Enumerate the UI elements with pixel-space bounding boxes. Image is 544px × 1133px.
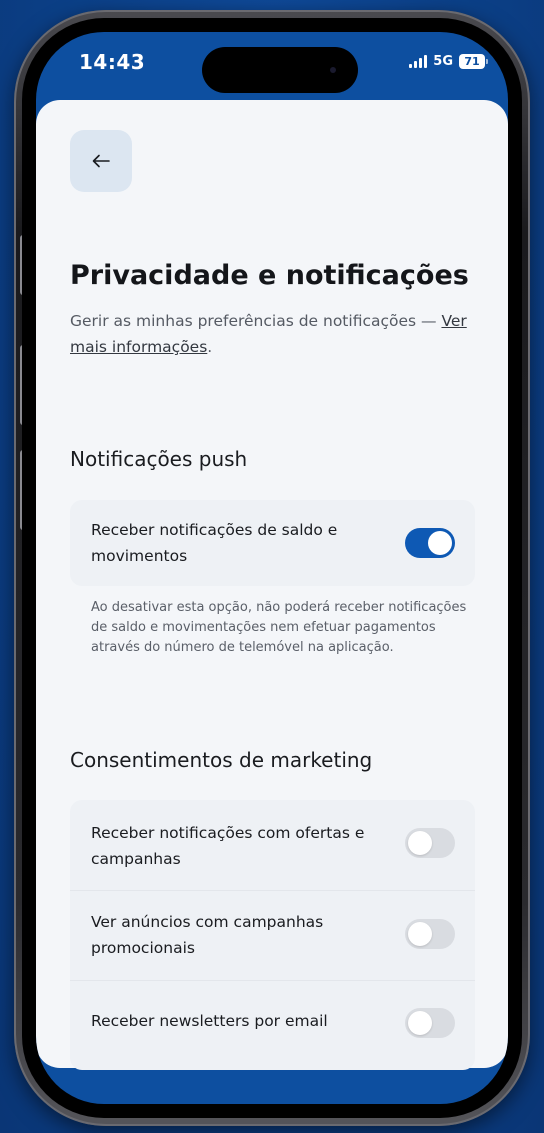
marketing-section-heading: Consentimentos de marketing [70, 748, 373, 772]
marketing-panel: Receber notificações com ofertas e campa… [70, 800, 475, 1070]
offers-notifications-toggle[interactable] [405, 828, 455, 858]
push-helper-text: Ao desativar esta opção, não poderá rece… [91, 600, 467, 655]
push-row-balance[interactable]: Receber notificações de saldo e moviment… [70, 500, 475, 586]
back-button[interactable] [70, 130, 132, 192]
marketing-row-newsletter[interactable]: Receber newsletters por email [70, 981, 475, 1070]
page-title: Privacidade e notificações [70, 260, 469, 291]
subtitle-text: Gerir as minhas preferências de notifica… [70, 312, 442, 330]
marketing-row-label: Ver anúncios com campanhas promocionais [91, 913, 324, 957]
battery-level: 71 [459, 54, 485, 69]
network-label: 5G [433, 54, 453, 69]
page-subtitle: Gerir as minhas preferências de notifica… [70, 308, 495, 360]
camera-icon [330, 67, 336, 73]
settings-card: Privacidade e notificações Gerir as minh… [36, 100, 508, 1070]
push-section-heading: Notificações push [70, 447, 248, 471]
subtitle-end: . [207, 338, 213, 356]
status-time: 14:43 [79, 50, 146, 74]
marketing-row-offers[interactable]: Receber notificações com ofertas e campa… [70, 800, 475, 890]
balance-notifications-toggle[interactable] [405, 528, 455, 558]
marketing-row-label: Receber notificações com ofertas e campa… [91, 824, 365, 868]
battery-icon: 71 [459, 54, 488, 69]
marketing-row-label: Receber newsletters por email [91, 1012, 328, 1030]
signal-icon [409, 55, 428, 68]
push-panel: Receber notificações de saldo e moviment… [70, 500, 475, 586]
push-row-label: Receber notificações de saldo e moviment… [91, 521, 338, 565]
dynamic-island [202, 47, 358, 93]
arrow-left-icon [92, 154, 110, 168]
newsletter-email-toggle[interactable] [405, 1008, 455, 1038]
screen: 14:43 5G 71 Privacidade e notificações G… [36, 32, 508, 1104]
promo-ads-toggle[interactable] [405, 919, 455, 949]
status-indicators: 5G 71 [409, 54, 488, 69]
marketing-row-ads[interactable]: Ver anúncios com campanhas promocionais [70, 891, 475, 980]
status-bar: 14:43 5G 71 [36, 32, 508, 102]
